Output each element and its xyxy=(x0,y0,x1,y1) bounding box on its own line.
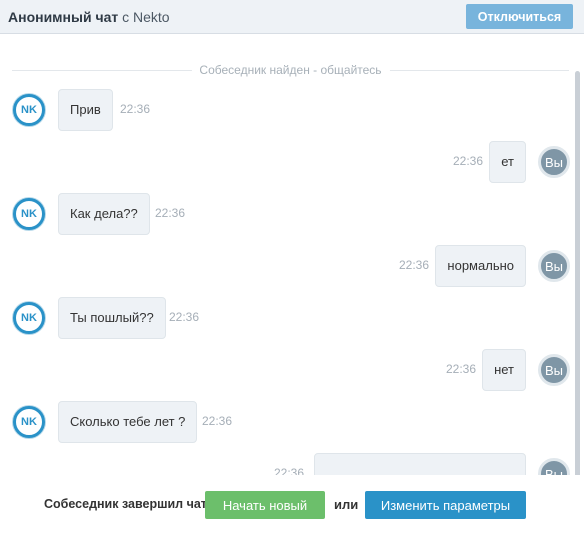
message-me: 22:36 ет Вы xyxy=(284,141,584,183)
my-avatar: Вы xyxy=(538,250,570,282)
message-me: 22:36 нормально Вы xyxy=(284,245,584,287)
chat-ended-label: Собеседник завершил чат: xyxy=(44,497,212,511)
message-bubble: Сколько тебе лет ? xyxy=(58,401,198,443)
message-me: 22:36 ... Вы xyxy=(254,453,584,475)
chat-area[interactable]: Собеседник найден - общайтесь NK Прив 22… xyxy=(0,35,584,475)
message-time: 22:36 xyxy=(202,414,233,428)
my-avatar: Вы xyxy=(538,458,570,475)
message-partner: NK Ты пошлый?? 22:36 xyxy=(0,297,260,339)
partner-avatar: NK xyxy=(13,94,45,126)
chat-title-bold: Анонимный чат xyxy=(8,9,119,25)
chat-ended-bar: Собеседник завершил чат: Начать новый ил… xyxy=(0,476,584,557)
message-bubble: нет xyxy=(482,349,526,391)
message-partner: NK Сколько тебе лет ? 22:36 xyxy=(0,401,280,443)
my-avatar: Вы xyxy=(538,354,570,386)
message-bubble: ет xyxy=(489,141,526,183)
message-bubble: ... xyxy=(314,453,526,475)
message-time: 22:36 xyxy=(155,206,186,220)
partner-avatar: NK xyxy=(13,198,45,230)
message-time: 22:36 xyxy=(120,102,151,116)
chat-scrollbar[interactable] xyxy=(575,71,580,475)
or-label: или xyxy=(334,497,359,512)
chat-title-rest: с Nekto xyxy=(122,9,170,25)
message-me: 22:36 нет Вы xyxy=(284,349,584,391)
message-partner: NK Как дела?? 22:36 xyxy=(0,193,260,235)
partner-avatar: NK xyxy=(13,406,45,438)
my-avatar: Вы xyxy=(538,146,570,178)
message-bubble: Ты пошлый?? xyxy=(58,297,166,339)
chat-header: Анонимный чат с Nekto Отключиться xyxy=(0,0,584,34)
partner-avatar: NK xyxy=(13,302,45,334)
message-time: 22:36 xyxy=(273,466,304,475)
message-time: 22:36 xyxy=(169,310,200,324)
chat-title: Анонимный чат с Nekto xyxy=(8,9,170,25)
message-time: 22:36 xyxy=(452,154,483,168)
change-params-button[interactable]: Изменить параметры xyxy=(365,491,526,519)
message-bubble: нормально xyxy=(435,245,526,287)
new-chat-button[interactable]: Начать новый xyxy=(205,491,325,519)
message-time: 22:36 xyxy=(398,258,429,272)
disconnect-button[interactable]: Отключиться xyxy=(466,4,573,29)
message-bubble: Как дела?? xyxy=(58,193,150,235)
message-partner: NK Прив 22:36 xyxy=(0,89,200,131)
message-time: 22:36 xyxy=(445,362,476,376)
message-bubble: Прив xyxy=(58,89,113,131)
divider-text: Собеседник найден - общайтесь xyxy=(191,63,390,77)
partner-found-divider: Собеседник найден - общайтесь xyxy=(12,63,569,77)
